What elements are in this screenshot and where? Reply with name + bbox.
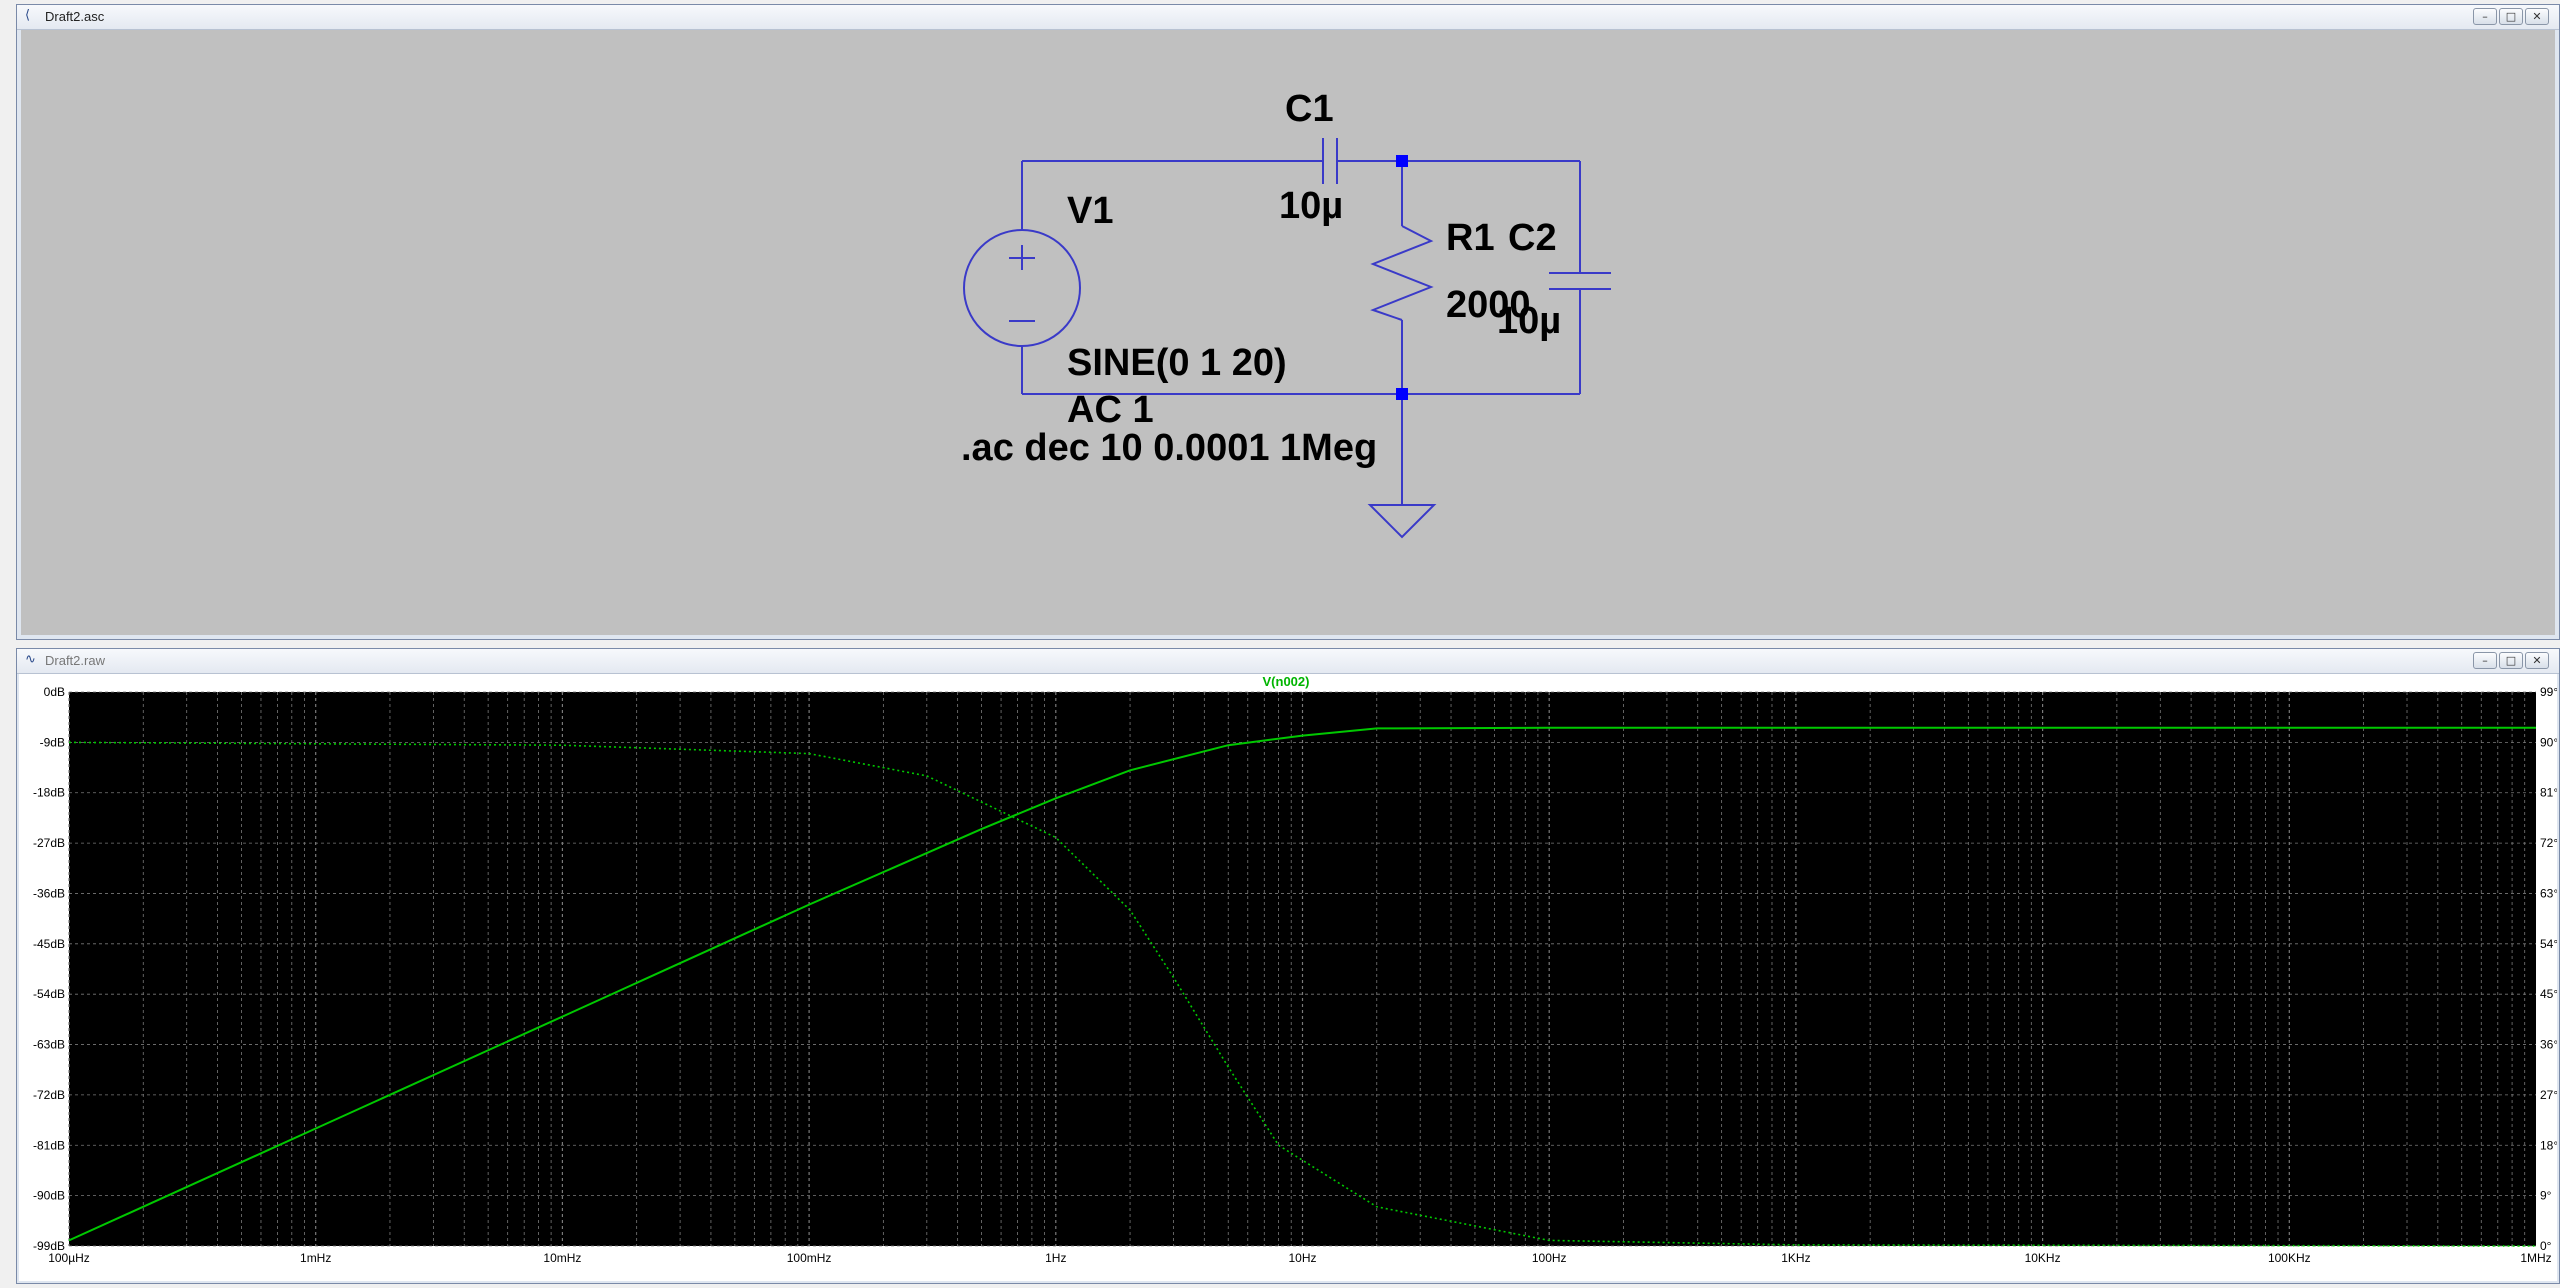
left-axis-label: -72dB: [33, 1088, 65, 1102]
right-axis-label: 81°: [2540, 786, 2557, 800]
x-axis-label: 1KHz: [1781, 1251, 1810, 1265]
r1-resistor: [1370, 225, 1434, 321]
x-axis-label: 100mHz: [787, 1251, 832, 1265]
left-axis-label: -54dB: [33, 987, 65, 1001]
x-axis-label: 10KHz: [2025, 1251, 2061, 1265]
v1-name: V1: [1067, 190, 1113, 232]
c2-value: 10µ: [1497, 300, 1561, 342]
right-axis-label: 90°: [2540, 735, 2557, 749]
plot-pane[interactable]: V(n002) 0dB -9dB -18dB -27dB -36dB -45dB -54dB…: [19, 674, 2558, 1281]
waveform-window: ∿ Draft2.raw – □ ✕ V(n002) 0dB -9dB -18dB -…: [16, 648, 2560, 1284]
c1-name: C1: [1285, 88, 1334, 130]
close-button[interactable]: ✕: [2525, 8, 2549, 25]
left-axis-label: -18dB: [33, 786, 65, 800]
right-axis-label: 27°: [2540, 1088, 2557, 1102]
x-axis-label: 100µHz: [48, 1251, 90, 1265]
x-axis-label: 100KHz: [2268, 1251, 2311, 1265]
v1-value: SINE(0 1 20): [1067, 342, 1287, 384]
ground-symbol: [1367, 504, 1437, 539]
left-axis-label: 0dB: [44, 685, 65, 699]
x-axis-label: 10Hz: [1288, 1251, 1316, 1265]
ac-directive: .ac dec 10 0.0001 1Meg: [961, 427, 1377, 469]
right-axis-label: 72°: [2540, 836, 2557, 850]
x-axis-label: 1mHz: [300, 1251, 331, 1265]
right-axis-label: 45°: [2540, 987, 2557, 1001]
left-axis-label: -9dB: [40, 735, 65, 749]
schematic-drawing: C1 10µ V1 R1 C2 2000 10µ SINE(0 1 20) AC…: [961, 88, 1611, 539]
x-axis-label: 1Hz: [1045, 1251, 1066, 1265]
plot-svg: V(n002) 0dB -9dB -18dB -27dB -36dB -45dB -54dB…: [33, 674, 2558, 1265]
right-axis-label: 36°: [2540, 1038, 2557, 1052]
right-axis-label: 99°: [2540, 685, 2557, 699]
schematic-titlebar[interactable]: ⟨ Draft2.asc – □ ✕: [17, 5, 2559, 30]
x-axis-label: 10mHz: [543, 1251, 581, 1265]
left-axis-label: -81dB: [33, 1138, 65, 1152]
close-button[interactable]: ✕: [2525, 652, 2549, 669]
left-axis-label: -63dB: [33, 1038, 65, 1052]
x-axis-label: 1MHz: [2520, 1251, 2551, 1265]
restore-button[interactable]: □: [2499, 652, 2523, 669]
trace-label[interactable]: V(n002): [1263, 674, 1310, 689]
minimize-button[interactable]: –: [2473, 8, 2497, 25]
waveform-titlebar[interactable]: ∿ Draft2.raw – □ ✕: [17, 649, 2559, 674]
ltspice-icon: ⟨: [25, 8, 31, 23]
x-axis-label: 100Hz: [1532, 1251, 1567, 1265]
right-axis-label: 18°: [2540, 1138, 2557, 1152]
left-axis-label: -36dB: [33, 886, 65, 900]
c2-name: C2: [1508, 217, 1557, 259]
right-axis-label: 54°: [2540, 937, 2557, 951]
left-axis-label: -45dB: [33, 937, 65, 951]
r1-name: R1: [1446, 217, 1495, 259]
v1-ac: AC 1: [1067, 389, 1154, 431]
left-axis-label: -90dB: [33, 1189, 65, 1203]
restore-button[interactable]: □: [2499, 8, 2523, 25]
waveform-icon: ∿: [25, 652, 36, 667]
junction-bottom: [1396, 388, 1408, 400]
minimize-button[interactable]: –: [2473, 652, 2497, 669]
right-axis-label: 63°: [2540, 886, 2557, 900]
left-axis-label: -27dB: [33, 836, 65, 850]
schematic-canvas[interactable]: C1 10µ V1 R1 C2 2000 10µ SINE(0 1 20) AC…: [21, 30, 2555, 635]
junction-top: [1396, 155, 1408, 167]
waveform-title: Draft2.raw: [45, 653, 105, 668]
right-axis-label: 9°: [2540, 1189, 2552, 1203]
c1-value: 10µ: [1279, 185, 1343, 227]
schematic-window: ⟨ Draft2.asc – □ ✕ C1 10µ V1 R1 C2 2000 …: [16, 4, 2560, 640]
schematic-title: Draft2.asc: [45, 9, 105, 24]
